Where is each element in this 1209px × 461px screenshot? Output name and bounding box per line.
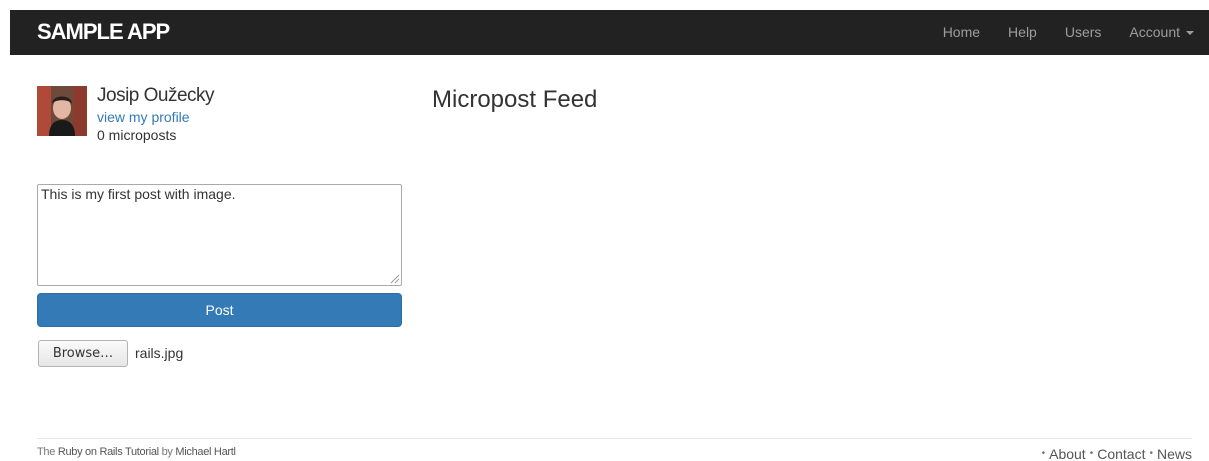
author-link[interactable]: Michael Hartl [175, 446, 236, 458]
browse-button[interactable]: Browse… [38, 340, 128, 367]
footer-text-by: by [158, 446, 176, 458]
navbar: SAMPLE APP Home Help Users Account [10, 10, 1209, 55]
micropost-count: 0 microposts [97, 127, 177, 143]
footer-news-link[interactable]: News [1157, 446, 1192, 461]
nav-users[interactable]: Users [1051, 10, 1116, 55]
app-logo[interactable]: SAMPLE APP [37, 20, 170, 44]
nav-account-label: Account [1129, 24, 1180, 40]
footer-links: • About • Contact • News [1042, 446, 1192, 461]
avatar[interactable] [37, 86, 87, 136]
user-name: Josip Oužecky [97, 85, 215, 106]
nav-users-label: Users [1064, 24, 1102, 40]
selected-file-name: rails.jpg [135, 345, 184, 361]
footer-text-the: The [37, 446, 58, 458]
footer-about-link[interactable]: About [1049, 446, 1086, 461]
nav-help[interactable]: Help [994, 10, 1051, 55]
micropost-textarea[interactable]: This is my first post with image. [37, 184, 402, 286]
nav-help-label: Help [1008, 24, 1037, 40]
nav-home-label: Home [942, 24, 981, 40]
bullet-icon: • [1149, 448, 1153, 459]
footer-contact-link[interactable]: Contact [1097, 446, 1145, 461]
resize-grip-icon[interactable] [389, 273, 400, 284]
avatar-photo [37, 86, 87, 136]
nav-home[interactable]: Home [929, 10, 994, 55]
tutorial-link[interactable]: Ruby on Rails Tutorial [58, 446, 159, 458]
nav-menu: Home Help Users Account [929, 10, 1209, 55]
bullet-icon: • [1089, 448, 1094, 459]
bullet-icon: • [1041, 448, 1046, 459]
nav-account-dropdown[interactable]: Account [1115, 10, 1209, 55]
feed-title: Micropost Feed [432, 86, 598, 113]
caret-down-icon [1186, 30, 1194, 35]
footer-credits: The Ruby on Rails Tutorial by Michael Ha… [37, 446, 236, 459]
footer-divider [37, 438, 1192, 439]
view-profile-link[interactable]: view my profile [97, 109, 190, 125]
post-button[interactable]: Post [37, 293, 402, 327]
